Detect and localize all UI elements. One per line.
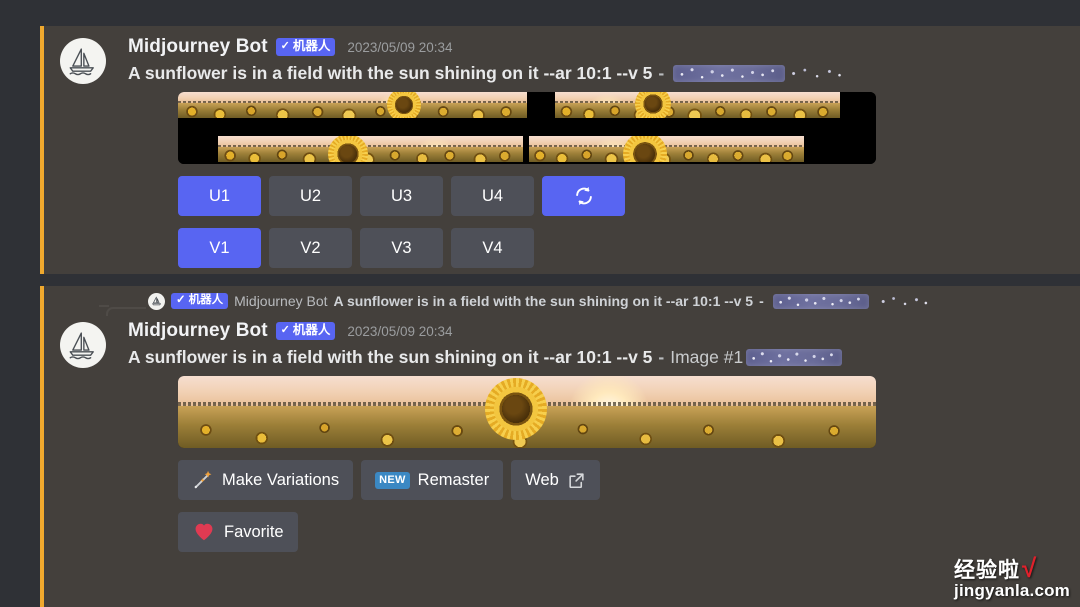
button-u3[interactable]: U3	[360, 176, 443, 216]
grid-image-1[interactable]	[178, 92, 527, 128]
prompt-text: A sunflower is in a field with the sun s…	[128, 347, 653, 367]
check-icon: ✓	[280, 324, 290, 336]
bot-badge-label: 机器人	[292, 323, 331, 338]
bot-badge: ✓ 机器人	[275, 322, 336, 340]
reply-author: Midjourney Bot	[234, 293, 328, 309]
sparkle-wand-icon	[194, 470, 212, 489]
button-label: Web	[525, 470, 559, 489]
sailboat-icon	[69, 332, 94, 360]
action-button-row: Make Variations NEW Remaster Web	[178, 460, 1080, 500]
message-header: Midjourney Bot ✓ 机器人 2023/05/09 20:34 A s…	[44, 316, 1080, 368]
prompt-separator: -	[658, 63, 665, 83]
message-author: Midjourney Bot	[128, 320, 268, 341]
reply-bot-badge: ✓ 机器人	[171, 293, 229, 309]
reply-redacted-username-tail	[877, 293, 930, 309]
redacted-username	[746, 349, 843, 366]
message-timestamp: 2023/05/09 20:34	[347, 323, 453, 339]
message-timestamp: 2023/05/09 20:34	[347, 39, 453, 55]
message-grid: Midjourney Bot ✓ 机器人 2023/05/09 20:34 A s…	[40, 26, 1080, 274]
upscale-button-row: U1 U2 U3 U4	[178, 176, 1080, 216]
button-u4[interactable]: U4	[451, 176, 534, 216]
grid-image-3[interactable]	[178, 128, 527, 164]
button-label: Favorite	[224, 522, 284, 541]
variation-button-row: V1 V2 V3 V4	[178, 228, 1080, 268]
message-author: Midjourney Bot	[128, 36, 268, 57]
discord-chat-view: Midjourney Bot ✓ 机器人 2023/05/09 20:34 A s…	[0, 0, 1080, 607]
grid-image-2[interactable]	[527, 92, 876, 128]
button-v1[interactable]: V1	[178, 228, 261, 268]
avatar[interactable]	[60, 38, 106, 84]
avatar[interactable]	[60, 322, 106, 368]
button-u2[interactable]: U2	[269, 176, 352, 216]
grid-image-4[interactable]	[527, 128, 876, 164]
sailboat-icon	[69, 48, 94, 76]
button-v3[interactable]: V3	[360, 228, 443, 268]
redacted-username-tail	[788, 65, 845, 82]
reply-separator: -	[759, 293, 764, 309]
button-make-variations[interactable]: Make Variations	[178, 460, 354, 500]
button-u1[interactable]: U1	[178, 176, 261, 216]
check-icon: ✓	[280, 40, 290, 52]
external-link-icon	[569, 472, 584, 488]
button-label: Remaster	[417, 470, 490, 489]
button-label: Make Variations	[222, 470, 340, 489]
reply-avatar[interactable]	[148, 292, 165, 310]
button-favorite[interactable]: Favorite	[178, 512, 298, 552]
reply-bot-badge-label: 机器人	[188, 294, 224, 307]
message-prompt: A sunflower is in a field with the sun s…	[128, 63, 845, 84]
refresh-icon	[575, 187, 592, 205]
prompt-text: A sunflower is in a field with the sun s…	[128, 63, 653, 83]
message-upscale: ✓ 机器人 Midjourney Bot A sunflower is in a …	[40, 286, 1080, 607]
check-icon: ✓	[176, 294, 186, 307]
button-remaster[interactable]: NEW Remaster	[361, 460, 504, 500]
prompt-separator: -	[658, 347, 665, 367]
reply-spine	[106, 307, 146, 316]
favorite-button-row: Favorite	[178, 512, 1080, 552]
reply-dash	[99, 305, 109, 307]
image-grid[interactable]	[178, 92, 876, 164]
redacted-username	[673, 65, 786, 82]
message-prompt: A sunflower is in a field with the sun s…	[128, 347, 843, 368]
message-header: Midjourney Bot ✓ 机器人 2023/05/09 20:34 A s…	[44, 26, 1080, 84]
button-v4[interactable]: V4	[451, 228, 534, 268]
heart-icon	[195, 523, 213, 541]
button-v2[interactable]: V2	[269, 228, 352, 268]
new-badge: NEW	[375, 471, 410, 489]
reply-prompt: A sunflower is in a field with the sun s…	[333, 293, 754, 309]
button-refresh[interactable]	[542, 176, 625, 216]
sailboat-icon	[151, 296, 161, 306]
button-web[interactable]: Web	[511, 460, 600, 500]
bot-badge: ✓ 机器人	[275, 38, 336, 56]
reply-redacted-username	[772, 293, 869, 309]
bot-badge-label: 机器人	[292, 39, 331, 54]
image-index-label: Image #1	[670, 347, 744, 367]
upscaled-image[interactable]	[178, 376, 876, 448]
reply-context[interactable]: ✓ 机器人 Midjourney Bot A sunflower is in a …	[44, 286, 1080, 316]
